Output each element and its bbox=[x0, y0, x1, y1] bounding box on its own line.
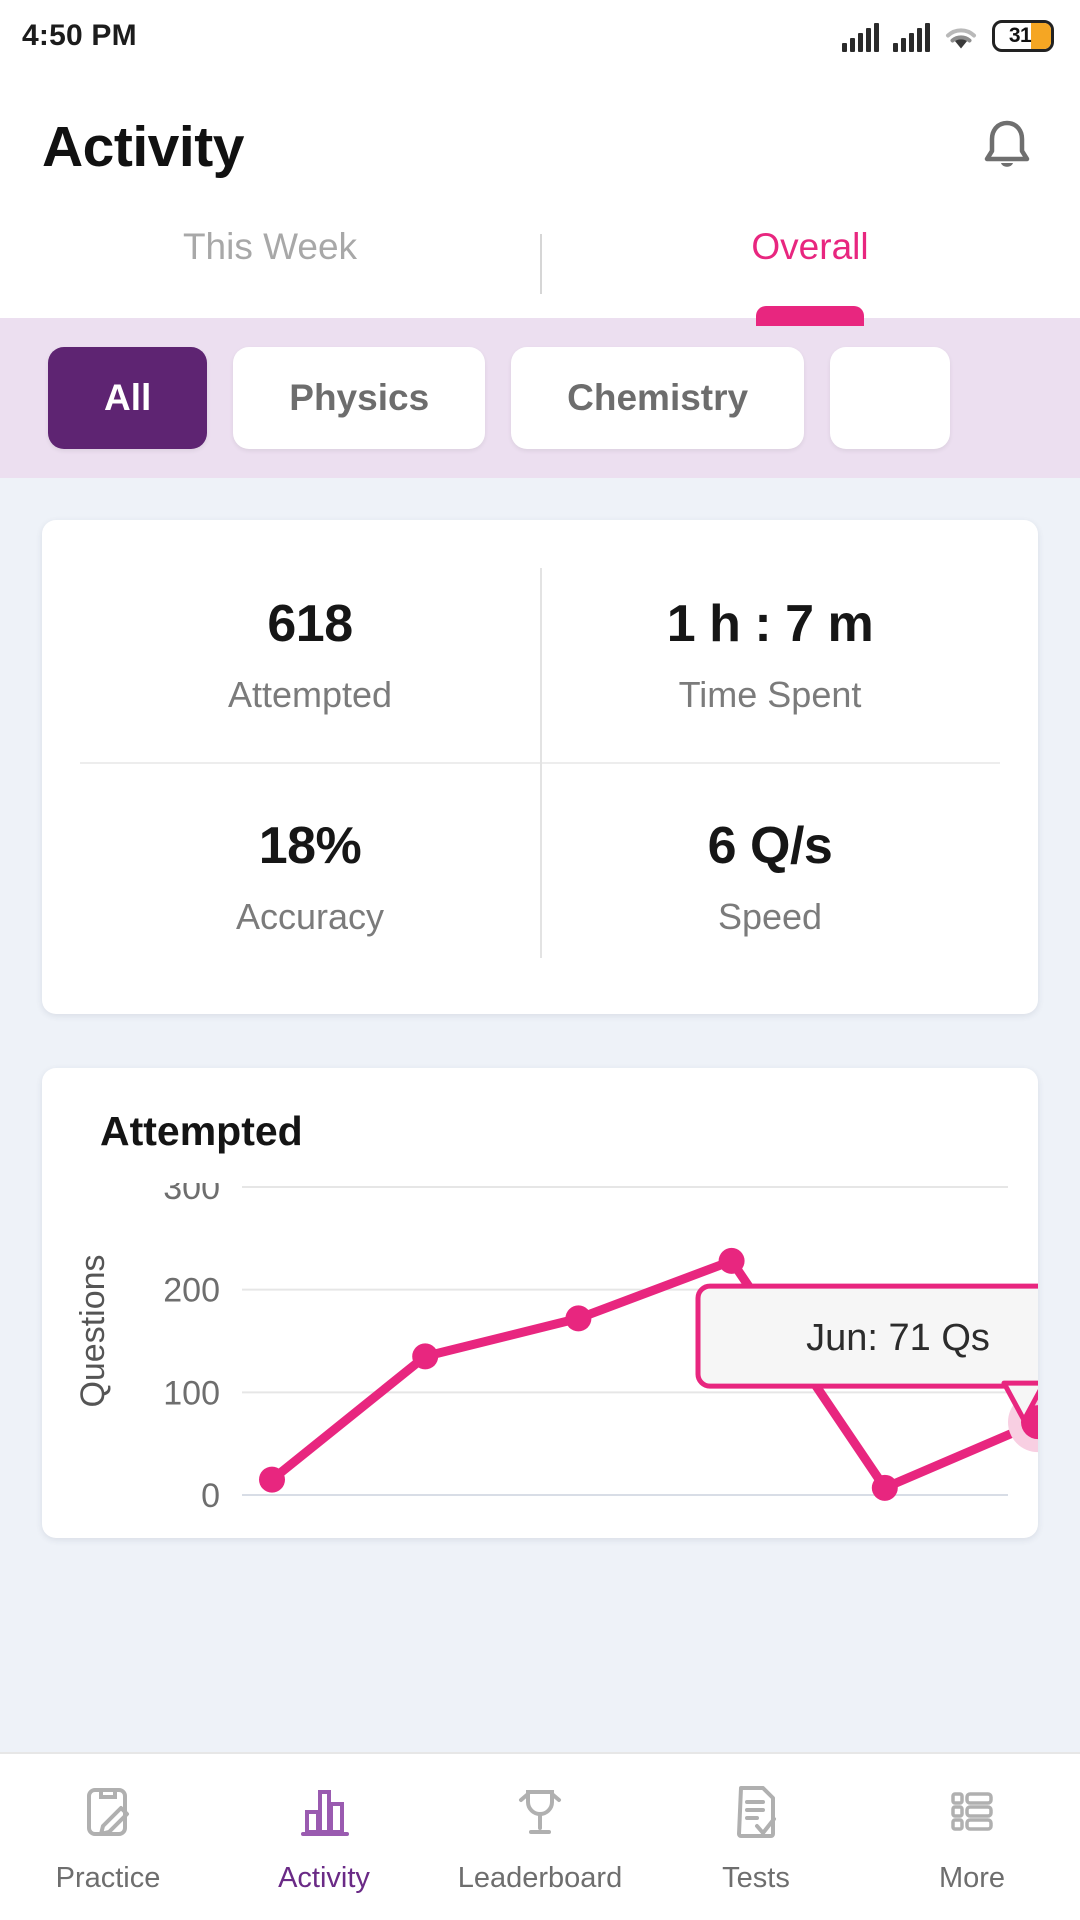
nav-item-leaderboard[interactable]: Leaderboard bbox=[432, 1780, 648, 1895]
nav-item-tests[interactable]: Tests bbox=[648, 1780, 864, 1895]
nav-item-practice[interactable]: Practice bbox=[0, 1780, 216, 1895]
nav-item-tests-label: Tests bbox=[722, 1862, 790, 1895]
attempted-chart-card: Attempted 0 100 200 300 Questions Jun: 71 Qs bbox=[42, 1068, 1038, 1538]
summary-stats-grid: 618 Attempted 1 h : 7 m Time Spent 18% A… bbox=[80, 542, 1000, 984]
bell-icon[interactable] bbox=[978, 116, 1036, 178]
svg-text:Jun: 71 Qs: Jun: 71 Qs bbox=[806, 1317, 990, 1359]
stat-time-spent-value: 1 h : 7 m bbox=[540, 594, 1000, 654]
nav-item-activity-label: Activity bbox=[278, 1862, 370, 1895]
tab-bar: This Week Overall bbox=[0, 222, 1080, 318]
bottom-navigation-bar: Practice Activity bbox=[0, 1752, 1080, 1920]
chip-physics-label: Physics bbox=[289, 377, 429, 419]
chip-all[interactable]: All bbox=[48, 347, 207, 449]
tab-active-underline bbox=[756, 306, 864, 326]
stat-time-spent-label: Time Spent bbox=[540, 674, 1000, 716]
chip-next-partial[interactable] bbox=[830, 347, 950, 449]
summary-stats-card: 618 Attempted 1 h : 7 m Time Spent 18% A… bbox=[42, 520, 1038, 1014]
page-title: Activity bbox=[42, 114, 244, 180]
chart-svg: 0 100 200 300 Questions Jun: 71 Qs bbox=[42, 1183, 1038, 1513]
battery-icon: 31 bbox=[992, 20, 1054, 52]
tab-overall-label: Overall bbox=[751, 226, 868, 268]
tab-overall[interactable]: Overall bbox=[540, 222, 1080, 318]
stat-accuracy: 18% Accuracy bbox=[80, 762, 540, 984]
nav-item-activity[interactable]: Activity bbox=[216, 1780, 432, 1895]
svg-text:Questions: Questions bbox=[74, 1254, 112, 1407]
stat-accuracy-label: Accuracy bbox=[80, 896, 540, 938]
nav-item-more-label: More bbox=[939, 1862, 1005, 1895]
svg-text:0: 0 bbox=[201, 1477, 220, 1513]
nav-item-practice-label: Practice bbox=[56, 1862, 161, 1895]
trophy-icon bbox=[511, 1780, 569, 1842]
app-header: Activity bbox=[0, 72, 1080, 222]
chip-physics[interactable]: Physics bbox=[233, 347, 485, 449]
subject-filter-row[interactable]: All Physics Chemistry bbox=[0, 318, 1080, 478]
attempted-line-chart[interactable]: 0 100 200 300 Questions Jun: 71 Qs bbox=[42, 1183, 1038, 1513]
stat-attempted-value: 618 bbox=[80, 594, 540, 654]
nav-item-leaderboard-label: Leaderboard bbox=[458, 1862, 622, 1895]
stat-attempted-label: Attempted bbox=[80, 674, 540, 716]
cellular-signal-icon bbox=[842, 22, 879, 52]
chart-title: Attempted bbox=[42, 1108, 1038, 1155]
chip-chemistry[interactable]: Chemistry bbox=[511, 347, 804, 449]
tab-this-week[interactable]: This Week bbox=[0, 222, 540, 318]
svg-text:100: 100 bbox=[163, 1374, 220, 1412]
stat-speed: 6 Q/s Speed bbox=[540, 762, 1000, 984]
chip-all-label: All bbox=[104, 377, 151, 419]
svg-text:200: 200 bbox=[163, 1272, 220, 1310]
chip-chemistry-label: Chemistry bbox=[567, 377, 748, 419]
battery-level: 31 bbox=[995, 24, 1051, 48]
app-screen: 4:50 PM 31 Activity bbox=[0, 0, 1080, 1920]
status-bar-icons: 31 bbox=[842, 20, 1054, 52]
bar-chart-icon bbox=[295, 1780, 353, 1842]
chart-tooltip: Jun: 71 Qs bbox=[698, 1286, 1038, 1420]
stat-attempted: 618 Attempted bbox=[80, 542, 540, 762]
list-menu-icon bbox=[943, 1780, 1001, 1842]
document-check-icon bbox=[727, 1780, 785, 1842]
status-bar-clock: 4:50 PM bbox=[22, 19, 137, 53]
tab-this-week-label: This Week bbox=[183, 226, 357, 268]
content-scroll[interactable]: 618 Attempted 1 h : 7 m Time Spent 18% A… bbox=[0, 478, 1080, 1752]
stat-time-spent: 1 h : 7 m Time Spent bbox=[540, 542, 1000, 762]
svg-text:300: 300 bbox=[163, 1183, 220, 1207]
status-bar: 4:50 PM 31 bbox=[0, 0, 1080, 72]
stat-speed-label: Speed bbox=[540, 896, 1000, 938]
stat-speed-value: 6 Q/s bbox=[540, 816, 1000, 876]
wifi-icon bbox=[944, 22, 978, 52]
nav-item-more[interactable]: More bbox=[864, 1780, 1080, 1895]
stat-accuracy-value: 18% bbox=[80, 816, 540, 876]
cellular-signal-icon-2 bbox=[893, 22, 930, 52]
clipboard-pencil-icon bbox=[79, 1780, 137, 1842]
